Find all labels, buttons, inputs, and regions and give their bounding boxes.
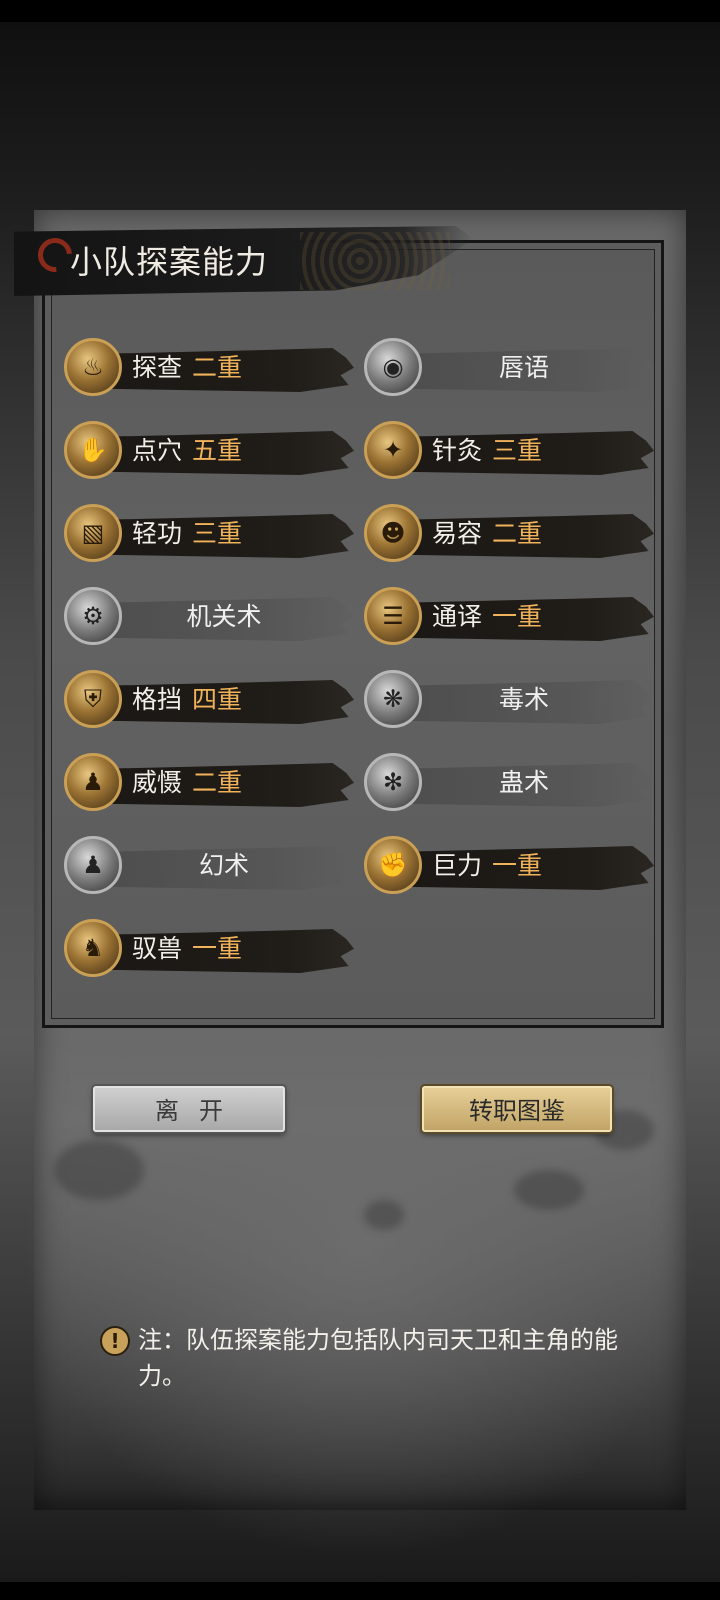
mask-icon: ☻ <box>364 504 422 562</box>
ornament-pattern <box>300 232 450 290</box>
skill-item[interactable]: ☻ 易容 二重 <box>364 504 654 564</box>
panel-title: 小队探案能力 <box>70 243 269 281</box>
skill-item[interactable]: ♞ 驭兽 一重 <box>64 919 354 979</box>
skill-item[interactable]: ✦ 针灸 三重 <box>364 421 654 481</box>
scroll-icon: ☰ <box>364 587 422 645</box>
navigation-bar <box>0 1582 720 1600</box>
skill-item[interactable]: ▧ 轻功 三重 <box>64 504 354 564</box>
spider-icon: ❋ <box>364 670 422 728</box>
exclamation-icon: ! <box>100 1326 130 1356</box>
fist-icon: ✊ <box>364 836 422 894</box>
note-text: 注：队伍探案能力包括队内司天卫和主角的能力。 <box>138 1326 618 1390</box>
skill-item[interactable]: ♨ 探查 二重 <box>64 338 354 398</box>
leave-button[interactable]: 离开 <box>93 1086 285 1132</box>
lips-icon: ◉ <box>364 338 422 396</box>
job-gallery-button[interactable]: 转职图鉴 <box>422 1086 612 1132</box>
skill-item[interactable]: ⛨ 格挡 四重 <box>64 670 354 730</box>
pressure-point-icon: ✋ <box>64 421 122 479</box>
wolf-icon: ♞ <box>64 919 122 977</box>
skill-item[interactable]: ✻ 蛊术 <box>364 753 654 813</box>
skill-item[interactable]: ◉ 唇语 <box>364 338 654 398</box>
gu-worm-icon: ✻ <box>364 753 422 811</box>
boot-icon: ▧ <box>64 504 122 562</box>
needle-icon: ✦ <box>364 421 422 479</box>
skill-item[interactable]: ♟ 幻术 <box>64 836 354 896</box>
skill-item[interactable]: ✋ 点穴 五重 <box>64 421 354 481</box>
skill-item[interactable]: ♟ 威慑 二重 <box>64 753 354 813</box>
warrior-icon: ♟ <box>64 753 122 811</box>
shield-icon: ⛨ <box>64 670 122 728</box>
skill-item[interactable]: ☰ 通译 一重 <box>364 587 654 647</box>
skill-item[interactable]: ❋ 毒术 <box>364 670 654 730</box>
candle-icon: ♨ <box>64 338 122 396</box>
skill-item[interactable]: ⚙ 机关术 <box>64 587 354 647</box>
skill-item[interactable]: ✊ 巨力 一重 <box>364 836 654 896</box>
gear-icon: ⚙ <box>64 587 122 645</box>
status-bar <box>0 0 720 22</box>
hooded-figure-icon: ♟ <box>64 836 122 894</box>
